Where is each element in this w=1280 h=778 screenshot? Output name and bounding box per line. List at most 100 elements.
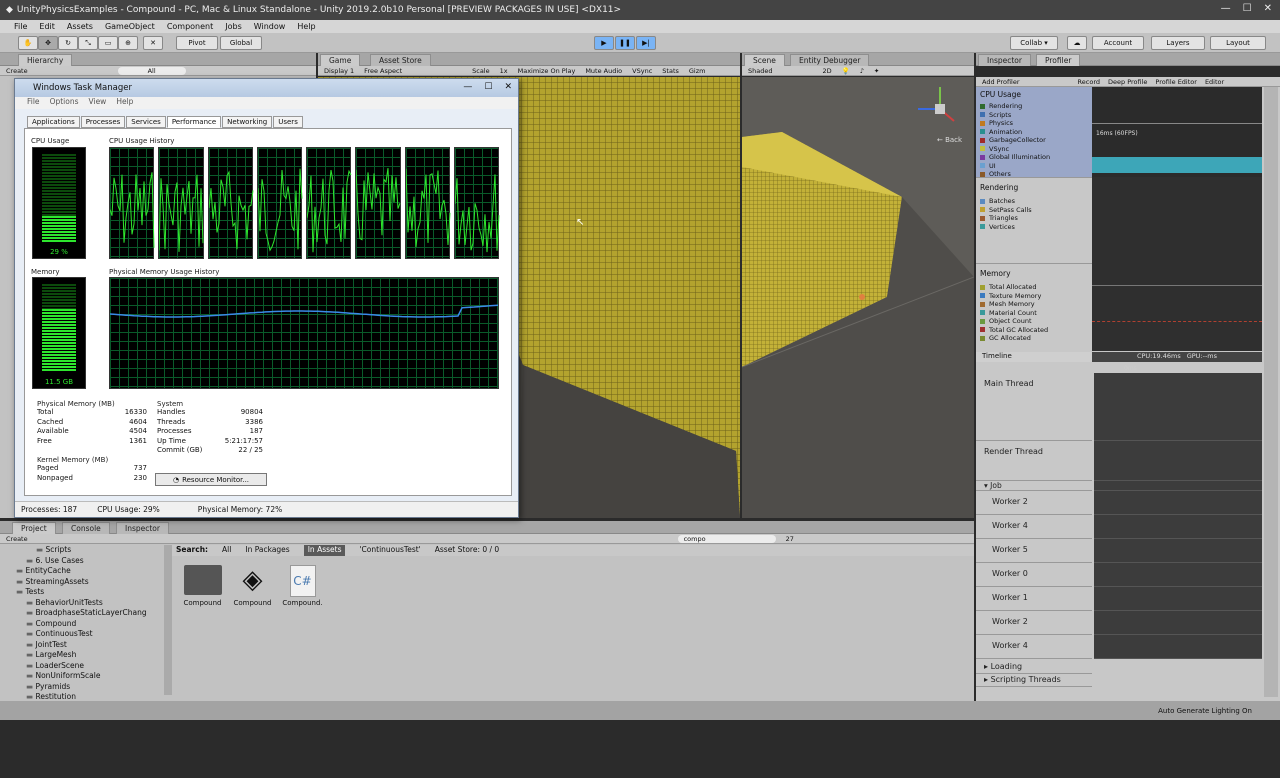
pivot-toggle[interactable]: Pivot	[176, 36, 218, 50]
legend-item[interactable]: Total GC Allocated	[980, 326, 1092, 335]
legend-item[interactable]: GC Allocated	[980, 334, 1092, 343]
maximize-on-play-toggle[interactable]: Maximize On Play	[518, 67, 576, 75]
job-group[interactable]: ▾ Job	[976, 481, 1092, 491]
folder-item[interactable]: ▬ LoaderScene	[6, 661, 164, 672]
gizmos-toggle[interactable]: Gizm	[689, 67, 706, 75]
thread-worker[interactable]: Worker 4	[976, 635, 1092, 659]
tab-asset-store[interactable]: Asset Store	[370, 54, 431, 66]
project-tree-scrollbar[interactable]	[164, 545, 172, 695]
legend-item[interactable]: Object Count	[980, 317, 1092, 326]
folder-item[interactable]: ▬ StreamingAssets	[6, 577, 164, 588]
2d-toggle[interactable]: 2D	[822, 67, 831, 75]
menu-assets[interactable]: Assets	[67, 22, 93, 31]
tab-project[interactable]: Project	[12, 522, 56, 534]
folder-item[interactable]: ▬ Compound	[6, 619, 164, 630]
cloud-icon[interactable]: ☁	[1067, 36, 1087, 50]
display-dropdown[interactable]: Display 1	[324, 67, 354, 75]
collab-button[interactable]: Collab ▾	[1010, 36, 1058, 50]
thread-render[interactable]: Render Thread	[976, 441, 1092, 481]
legend-item[interactable]: Rendering	[980, 102, 1092, 111]
thread-worker-lane[interactable]	[1094, 563, 1262, 587]
rect-tool-icon[interactable]: ▭	[98, 36, 118, 50]
tm-menu-options[interactable]: Options	[50, 97, 79, 109]
target-dropdown[interactable]: Editor	[1205, 78, 1224, 86]
loading-group[interactable]: ▸ Loading	[976, 661, 1092, 674]
lighting-toggle-icon[interactable]: 💡	[842, 67, 850, 75]
layout-dropdown[interactable]: Layout	[1210, 36, 1266, 50]
folder-item[interactable]: ▬ EntityCache	[6, 566, 164, 577]
memory-module[interactable]: Memory Total Allocated Texture Memory Mesh…	[976, 263, 1092, 351]
scope-all[interactable]: All	[222, 545, 231, 556]
folder-item[interactable]: ▬ JointTest	[6, 640, 164, 651]
cpu-module[interactable]: CPU Usage Rendering Scripts Physics Animati…	[976, 87, 1092, 178]
thread-worker[interactable]: Worker 2	[976, 491, 1092, 515]
menu-component[interactable]: Component	[167, 22, 213, 31]
tab-profiler[interactable]: Profiler	[1036, 54, 1081, 66]
folder-item[interactable]: ▬ NonUniformScale	[6, 671, 164, 682]
thread-worker-lane[interactable]	[1094, 539, 1262, 563]
scale-tool-icon[interactable]: ⤡	[78, 36, 98, 50]
deep-profile-toggle[interactable]: Deep Profile	[1108, 78, 1147, 86]
task-manager-window[interactable]: Windows Task Manager — ☐ ✕ File Options …	[14, 78, 519, 518]
menu-edit[interactable]: Edit	[39, 22, 55, 31]
effects-toggle-icon[interactable]: ✦	[874, 67, 879, 75]
asset-item-folder[interactable]: Compound	[180, 565, 225, 607]
folder-item[interactable]: ▬ Pyramids	[6, 682, 164, 693]
profile-editor-toggle[interactable]: Profile Editor	[1155, 78, 1197, 86]
resource-monitor-button[interactable]: ◔ Resource Monitor...	[155, 473, 267, 486]
thread-worker[interactable]: Worker 1	[976, 587, 1092, 611]
thread-worker[interactable]: Worker 0	[976, 563, 1092, 587]
legend-item[interactable]: Scripts	[980, 111, 1092, 120]
legend-item[interactable]: Physics	[980, 119, 1092, 128]
tm-close-button[interactable]: ✕	[504, 82, 512, 92]
tm-tab-performance[interactable]: Performance	[166, 116, 222, 128]
step-icon[interactable]: ▶|	[636, 36, 656, 50]
axis-gizmo-icon[interactable]	[918, 87, 955, 122]
scripting-group[interactable]: ▸ Scripting Threads	[976, 674, 1092, 687]
tm-tab-processes[interactable]: Processes	[80, 116, 126, 128]
scene-viewport[interactable]: ← Back	[742, 77, 974, 518]
custom-tool-icon[interactable]: ✕	[143, 36, 163, 50]
tm-tab-applications[interactable]: Applications	[27, 116, 80, 128]
rendering-chart[interactable]	[1092, 177, 1262, 263]
transform-tool-icon[interactable]: ⊕	[118, 36, 138, 50]
menu-jobs[interactable]: Jobs	[225, 22, 242, 31]
legend-item[interactable]: GarbageCollector	[980, 136, 1092, 145]
legend-item[interactable]: Batches	[980, 197, 1092, 206]
aspect-dropdown[interactable]: Free Aspect	[364, 67, 402, 75]
pause-icon[interactable]: ❚❚	[615, 36, 635, 50]
scene-gizmo-back[interactable]: ← Back	[937, 136, 963, 144]
thread-main-lane[interactable]: 0ms	[1094, 365, 1262, 441]
folder-item[interactable]: ▬ BehaviorUnitTests	[6, 598, 164, 609]
move-tool-icon[interactable]: ✥	[38, 36, 58, 50]
tm-tab-users[interactable]: Users	[273, 116, 303, 128]
folder-item[interactable]: ▬ ContinuousTest	[6, 629, 164, 640]
tm-minimize-button[interactable]: —	[463, 82, 472, 92]
legend-item[interactable]: Global Illumination	[980, 153, 1092, 162]
tab-inspector[interactable]: Inspector	[978, 54, 1031, 66]
hand-tool-icon[interactable]: ✋	[18, 36, 38, 50]
tab-scene[interactable]: Scene	[744, 54, 785, 66]
thread-main[interactable]: Main Thread	[976, 373, 1092, 441]
scope-continuoustest[interactable]: 'ContinuousTest'	[359, 545, 420, 556]
thread-worker[interactable]: Worker 2	[976, 611, 1092, 635]
profiler-scrollbar[interactable]	[1264, 87, 1278, 697]
folder-item[interactable]: ▬ Scripts	[6, 545, 164, 556]
folder-item[interactable]: ▬ 6. Use Cases	[6, 556, 164, 567]
menu-file[interactable]: File	[14, 22, 27, 31]
tm-menu-file[interactable]: File	[27, 97, 40, 109]
shading-dropdown[interactable]: Shaded	[748, 67, 772, 75]
tm-tab-services[interactable]: Services	[126, 116, 166, 128]
folder-item[interactable]: ▬ Restitution	[6, 692, 164, 699]
tab-entity-debugger[interactable]: Entity Debugger	[790, 54, 870, 66]
asset-item-scene[interactable]: ◈ Compound	[230, 565, 275, 607]
close-button[interactable]: ✕	[1264, 3, 1272, 14]
project-search-input[interactable]: compo	[677, 534, 776, 543]
maximize-button[interactable]: ☐	[1243, 3, 1252, 14]
hierarchy-search-input[interactable]: All	[117, 66, 186, 75]
timeline-dropdown[interactable]: Timeline	[976, 352, 1092, 362]
scale-value[interactable]: 1x	[500, 67, 508, 75]
thread-worker-lane[interactable]	[1094, 515, 1262, 539]
memory-chart[interactable]	[1092, 263, 1262, 351]
legend-item[interactable]: Total Allocated	[980, 283, 1092, 292]
